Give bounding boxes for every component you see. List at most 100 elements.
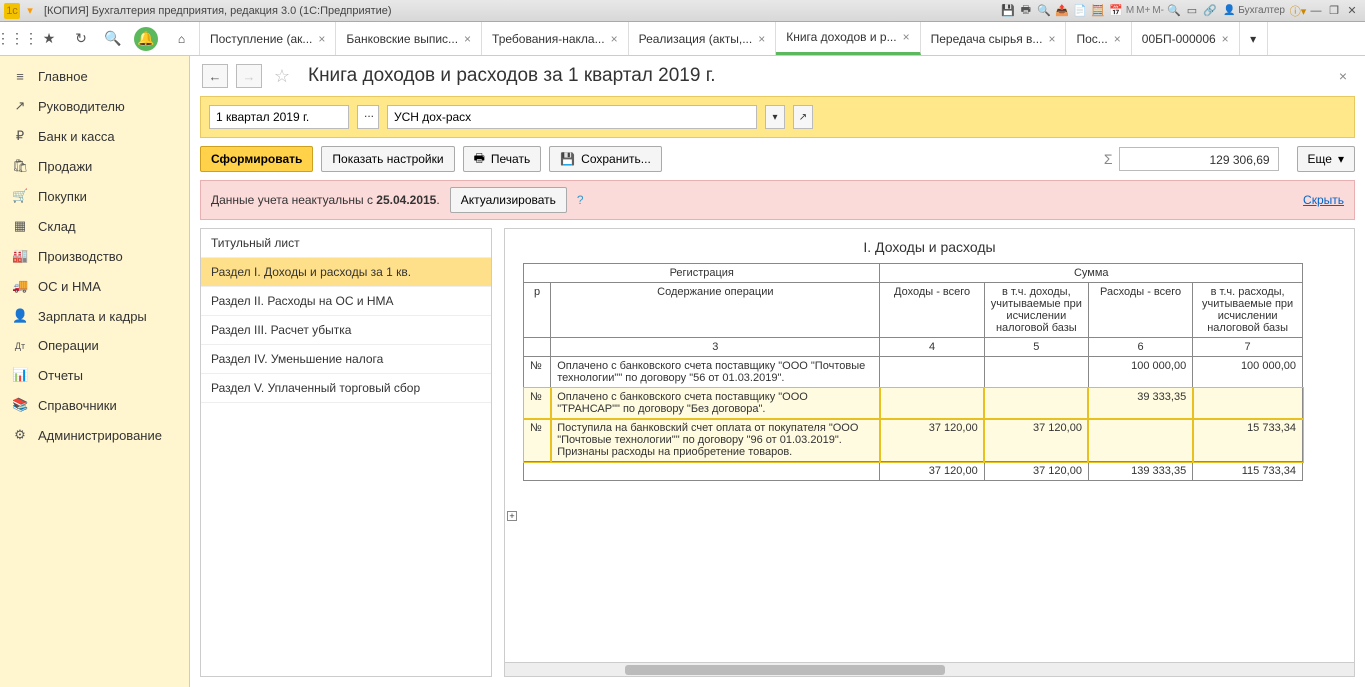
more-button[interactable]: Еще ▾ bbox=[1297, 146, 1355, 172]
section-item-selected[interactable]: Раздел I. Доходы и расходы за 1 кв. bbox=[201, 258, 491, 287]
apps-icon[interactable]: ⋮⋮⋮ bbox=[6, 28, 28, 50]
restore-icon[interactable]: ❐ bbox=[1325, 2, 1343, 20]
table-row[interactable]: № Оплачено с банковского счета поставщик… bbox=[524, 357, 1303, 388]
dropdown-icon[interactable]: ▾ bbox=[765, 105, 785, 129]
tab-item[interactable]: Пос...× bbox=[1066, 22, 1131, 55]
alert-text: Данные учета неактуальны с 25.04.2015. bbox=[211, 193, 440, 207]
expand-handle[interactable]: + bbox=[507, 511, 517, 521]
th-income-total: Доходы - всего bbox=[880, 283, 984, 338]
actualize-button[interactable]: Актуализировать bbox=[450, 187, 567, 213]
close-icon[interactable]: × bbox=[464, 32, 471, 46]
section-item[interactable]: Титульный лист bbox=[201, 229, 491, 258]
close-icon[interactable]: × bbox=[1222, 32, 1229, 46]
close-icon[interactable]: × bbox=[1048, 32, 1055, 46]
tab-item[interactable]: Передача сырья в...× bbox=[921, 22, 1067, 55]
horizontal-scrollbar[interactable] bbox=[505, 662, 1354, 676]
close-page-icon[interactable]: × bbox=[1333, 68, 1353, 84]
sidebar-item-sales[interactable]: 🛍Продажи bbox=[0, 151, 189, 181]
calc-icon[interactable]: 🧮 bbox=[1089, 2, 1107, 20]
section-item[interactable]: Раздел V. Уплаченный торговый сбор bbox=[201, 374, 491, 403]
close-icon[interactable]: × bbox=[318, 32, 325, 46]
help-icon[interactable]: ? bbox=[577, 193, 584, 207]
th-sum: Сумма bbox=[880, 264, 1303, 283]
sidebar-item-reports[interactable]: 📊Отчеты bbox=[0, 360, 189, 390]
notifications-icon[interactable]: 🔔 bbox=[134, 27, 158, 51]
dropdown-icon[interactable]: ▾ bbox=[22, 3, 38, 19]
user-label[interactable]: 👤 Бухгалтер bbox=[1223, 5, 1285, 16]
save-icon[interactable]: 💾 bbox=[999, 2, 1017, 20]
tab-item[interactable]: Реализация (акты,...× bbox=[629, 22, 777, 55]
sidebar-item-stock[interactable]: ▦Склад bbox=[0, 211, 189, 241]
tab-home[interactable]: ⌂ bbox=[164, 22, 200, 55]
tab-item[interactable]: Банковские выпис...× bbox=[336, 22, 482, 55]
favorite-star-icon[interactable]: ☆ bbox=[270, 64, 294, 88]
sidebar-item-refs[interactable]: 📚Справочники bbox=[0, 390, 189, 420]
sidebar-item-operations[interactable]: ДтОперации bbox=[0, 331, 189, 360]
sidebar-item-assets[interactable]: 🚚ОС и НМА bbox=[0, 271, 189, 301]
memory-mplus-button[interactable]: M+ bbox=[1136, 5, 1150, 16]
link-icon[interactable]: 🔗 bbox=[1201, 2, 1219, 20]
bag-icon: 🛍 bbox=[12, 158, 28, 174]
section-item[interactable]: Раздел II. Расходы на ОС и НМА bbox=[201, 287, 491, 316]
doc-icon[interactable]: 📄 bbox=[1071, 2, 1089, 20]
close-window-icon[interactable]: ✕ bbox=[1343, 2, 1361, 20]
layout-icon[interactable]: ▭ bbox=[1183, 2, 1201, 20]
factory-icon: 🏭 bbox=[12, 248, 28, 264]
tab-item[interactable]: Поступление (ак...× bbox=[200, 22, 336, 55]
sidebar-item-main[interactable]: ≡Главное bbox=[0, 62, 189, 91]
section-item[interactable]: Раздел IV. Уменьшение налога bbox=[201, 345, 491, 374]
memory-mminus-button[interactable]: M- bbox=[1152, 5, 1164, 16]
calendar-icon[interactable]: 📅 bbox=[1107, 2, 1125, 20]
close-icon[interactable]: × bbox=[611, 32, 618, 46]
table-row-highlighted[interactable]: № Оплачено с банковского счета поставщик… bbox=[524, 388, 1303, 419]
favorite-icon[interactable]: ★ bbox=[38, 28, 60, 50]
minimize-icon[interactable]: — bbox=[1307, 2, 1325, 20]
section-item[interactable]: Раздел III. Расчет убытка bbox=[201, 316, 491, 345]
page-title: Книга доходов и расходов за 1 квартал 20… bbox=[308, 65, 716, 87]
close-icon[interactable]: × bbox=[903, 30, 910, 44]
period-picker-button[interactable]: ... bbox=[357, 105, 379, 129]
show-settings-button[interactable]: Показать настройки bbox=[321, 146, 454, 172]
tab-more[interactable]: ▾ bbox=[1240, 22, 1268, 55]
export-icon[interactable]: 📤 bbox=[1053, 2, 1071, 20]
home-icon: ⌂ bbox=[178, 32, 185, 46]
save-button[interactable]: 💾Сохранить... bbox=[549, 146, 662, 172]
zoom-in-icon[interactable]: 🔍 bbox=[1165, 2, 1183, 20]
preview-icon[interactable]: 🔍 bbox=[1035, 2, 1053, 20]
report-toolbar: Сформировать Показать настройки 🖶Печать … bbox=[190, 138, 1365, 180]
organization-input[interactable] bbox=[387, 105, 757, 129]
nav-back-button[interactable]: ← bbox=[202, 64, 228, 88]
info-icon[interactable]: ⓘ▾ bbox=[1289, 2, 1307, 20]
table-row-highlighted[interactable]: № Поступила на банковский счет оплата от… bbox=[524, 419, 1303, 462]
nav-forward-button[interactable]: → bbox=[236, 64, 262, 88]
sidebar-item-salary[interactable]: 👤Зарплата и кадры bbox=[0, 301, 189, 331]
scrollbar-thumb[interactable] bbox=[625, 665, 945, 675]
th-content: Содержание операции bbox=[551, 283, 880, 338]
sidebar-item-admin[interactable]: ⚙Администрирование bbox=[0, 420, 189, 450]
close-icon[interactable]: × bbox=[1114, 32, 1121, 46]
close-icon[interactable]: × bbox=[758, 32, 765, 46]
search-icon[interactable]: 🔍 bbox=[102, 28, 124, 50]
period-input[interactable] bbox=[209, 105, 349, 129]
truck-icon: 🚚 bbox=[12, 278, 28, 294]
open-icon[interactable]: ↗ bbox=[793, 105, 813, 129]
sidebar-item-purchases[interactable]: 🛒Покупки bbox=[0, 181, 189, 211]
sidebar-item-bank[interactable]: ₽Банк и касса bbox=[0, 121, 189, 151]
menu-icon: ≡ bbox=[12, 69, 28, 84]
memory-m-button[interactable]: M bbox=[1126, 5, 1134, 16]
generate-button[interactable]: Сформировать bbox=[200, 146, 313, 172]
dt-icon: Дт bbox=[12, 341, 28, 351]
print-icon[interactable]: 🖶 bbox=[1017, 2, 1035, 20]
history-icon[interactable]: ↻ bbox=[70, 28, 92, 50]
sidebar-item-production[interactable]: 🏭Производство bbox=[0, 241, 189, 271]
print-button[interactable]: 🖶Печать bbox=[463, 146, 542, 172]
hide-alert-link[interactable]: Скрыть bbox=[1303, 193, 1344, 207]
tab-item-active[interactable]: Книга доходов и р...× bbox=[776, 22, 920, 55]
report-area[interactable]: + I. Доходы и расходы Регистрация Сумма … bbox=[504, 228, 1355, 677]
report-table: Регистрация Сумма р Содержание операции … bbox=[523, 263, 1303, 481]
table-totals-row: 37 120,00 37 120,00 139 333,35 115 733,3… bbox=[524, 462, 1303, 481]
tab-item[interactable]: Требования-накла...× bbox=[482, 22, 629, 55]
sidebar-item-manager[interactable]: ↗Руководителю bbox=[0, 91, 189, 121]
app-icon: 1c bbox=[4, 3, 20, 19]
tab-item[interactable]: 00БП-000006× bbox=[1132, 22, 1240, 55]
